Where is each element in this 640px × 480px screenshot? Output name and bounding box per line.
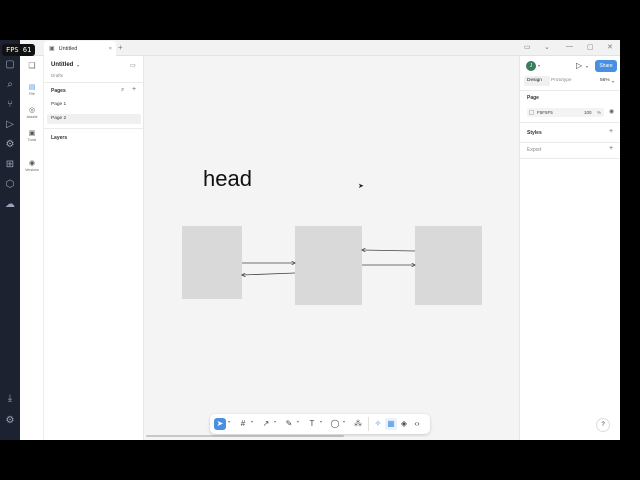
tools-icon: ▣ bbox=[28, 130, 36, 137]
divider bbox=[44, 82, 144, 83]
chevron-down-icon[interactable]: ▾ bbox=[228, 419, 230, 424]
arrow-middle-to-left bbox=[242, 272, 296, 275]
chevron-down-icon[interactable]: ▾ bbox=[320, 419, 322, 424]
files-icon[interactable]: ▢ bbox=[3, 58, 17, 72]
chevron-down-icon[interactable]: ▾ bbox=[343, 419, 345, 424]
toolbar-divider bbox=[368, 417, 369, 431]
layers-heading: Layers bbox=[51, 135, 68, 141]
minimize-icon[interactable]: — bbox=[566, 43, 573, 50]
text-tool-icon[interactable]: T bbox=[306, 418, 318, 430]
arrow-right-to-middle bbox=[362, 250, 416, 251]
settings-icon[interactable]: ⚙ bbox=[3, 414, 17, 428]
present-play-icon[interactable]: ▷ bbox=[576, 61, 582, 70]
extensions-icon[interactable]: ⊞ bbox=[3, 158, 17, 172]
file-location: Drafts bbox=[51, 73, 64, 78]
tab-close-icon[interactable]: × bbox=[109, 46, 112, 52]
file-name[interactable]: Untitled bbox=[51, 62, 73, 68]
browser-tab[interactable]: ▣ Untitled × bbox=[44, 41, 116, 56]
chevron-down-icon[interactable]: ▾ bbox=[251, 419, 253, 424]
search-icon[interactable]: ⌕ bbox=[3, 78, 17, 92]
design-mode-icon[interactable]: ▦ bbox=[385, 418, 397, 430]
design-canvas[interactable]: head ➤ bbox=[144, 56, 519, 440]
pen-tool-icon[interactable]: ✎ bbox=[283, 418, 295, 430]
chevron-down-icon[interactable]: ⌄ bbox=[544, 43, 550, 51]
page-color-field[interactable]: F5F5F5 100 % bbox=[527, 108, 604, 117]
app-menu-icon[interactable]: ❏ bbox=[27, 61, 37, 71]
help-button[interactable]: ? bbox=[596, 418, 610, 432]
ai-tool-icon[interactable]: ✧ bbox=[372, 418, 384, 430]
chevron-down-icon[interactable]: ▾ bbox=[77, 63, 79, 68]
debug-icon[interactable]: ⚙ bbox=[3, 138, 17, 152]
export-heading: Export bbox=[527, 147, 542, 153]
rail-item-tools[interactable]: ▣ Tools bbox=[20, 129, 44, 142]
divider bbox=[44, 128, 144, 129]
cloud-icon[interactable]: ☁ bbox=[3, 198, 17, 212]
comment-tool-icon[interactable]: ◯ bbox=[329, 418, 341, 430]
divider bbox=[520, 158, 620, 159]
divider bbox=[520, 90, 620, 91]
rail-item-file[interactable]: ▤ File bbox=[20, 83, 44, 96]
dev-mode-icon[interactable]: ‹› bbox=[411, 418, 423, 430]
avatar[interactable]: J bbox=[526, 61, 536, 71]
visibility-eye-icon[interactable]: ◉ bbox=[609, 108, 614, 115]
divider bbox=[520, 122, 620, 123]
styles-heading: Styles bbox=[527, 130, 542, 136]
maximize-icon[interactable]: ▢ bbox=[587, 43, 594, 51]
add-style-icon[interactable]: + bbox=[609, 128, 613, 135]
chevron-down-icon[interactable]: ▾ bbox=[612, 79, 614, 84]
components-tool-icon[interactable]: ⁂ bbox=[352, 418, 364, 430]
assets-icon: ◎ bbox=[28, 107, 36, 114]
app-window: ▣ Untitled × + ▭ ⌄ — ▢ ✕ ❏ ▤ File ◎ Asse… bbox=[20, 40, 620, 440]
versions-icon: ◉ bbox=[28, 160, 36, 167]
sidebar-toggle-icon[interactable]: ▭ bbox=[524, 43, 531, 51]
color-swatch[interactable] bbox=[529, 110, 534, 115]
move-tool-icon[interactable]: ➤ bbox=[214, 418, 226, 430]
page-item-2[interactable]: Page 2 bbox=[47, 114, 141, 124]
fps-counter: FPS 61 bbox=[2, 44, 36, 56]
bottom-toolbar: ➤ ▾ # ▾ ↗ ▾ ✎ ▾ T ▾ ◯ ▾ ⁂ ✧ ▦ ◈ ‹› bbox=[210, 414, 430, 434]
tab-file-icon: ▣ bbox=[49, 46, 55, 52]
source-control-icon[interactable]: ⑂ bbox=[3, 98, 17, 112]
page-item-1[interactable]: Page 1 bbox=[47, 100, 141, 110]
add-export-icon[interactable]: + bbox=[609, 145, 613, 152]
download-icon[interactable]: ⤓ bbox=[3, 392, 17, 406]
divider bbox=[520, 142, 620, 143]
chevron-down-icon[interactable]: ▾ bbox=[538, 63, 540, 68]
horizontal-scrollbar[interactable] bbox=[146, 435, 344, 437]
rail-item-versions[interactable]: ◉ Versions bbox=[20, 159, 44, 172]
search-pages-icon[interactable]: ⌕ bbox=[121, 87, 124, 94]
rail-item-assets[interactable]: ◎ Assets bbox=[20, 106, 44, 119]
frame-tool-icon[interactable]: # bbox=[237, 418, 249, 430]
file-icon: ▤ bbox=[28, 84, 36, 91]
pages-heading: Pages bbox=[51, 88, 66, 94]
tab-design[interactable]: Design bbox=[524, 76, 550, 86]
zoom-level[interactable]: 56% bbox=[600, 78, 610, 83]
chevron-down-icon[interactable]: ▾ bbox=[274, 419, 276, 424]
run-icon[interactable]: ▷ bbox=[3, 118, 17, 132]
panel-toggle-icon[interactable]: ▭ bbox=[130, 62, 136, 69]
right-panel: J ▾ ▷ ▾ Share Design Prototype 56% ▾ Pag… bbox=[519, 56, 620, 440]
connector-arrows bbox=[144, 56, 519, 440]
add-page-icon[interactable]: + bbox=[132, 86, 136, 93]
new-tab-icon[interactable]: + bbox=[118, 43, 123, 52]
package-icon[interactable]: ⬡ bbox=[3, 178, 17, 192]
title-bar: ▣ Untitled × + ▭ ⌄ — ▢ ✕ bbox=[20, 40, 620, 56]
tool-rail: ❏ ▤ File ◎ Assets ▣ Tools ◉ Versions bbox=[20, 56, 44, 440]
tab-prototype[interactable]: Prototype bbox=[551, 78, 572, 83]
share-button[interactable]: Share bbox=[595, 60, 617, 72]
left-panel: Untitled ▾ Drafts ▭ Pages ⌕ + Page 1 Pag… bbox=[44, 56, 144, 440]
chevron-down-icon[interactable]: ▾ bbox=[586, 64, 588, 69]
chevron-down-icon[interactable]: ▾ bbox=[297, 419, 299, 424]
close-window-icon[interactable]: ✕ bbox=[607, 43, 613, 51]
os-sidebar: ▢ ⌕ ⑂ ▷ ⚙ ⊞ ⬡ ☁ ⤓ ⚙ bbox=[0, 40, 20, 440]
prototype-mode-icon[interactable]: ◈ bbox=[398, 418, 410, 430]
page-heading: Page bbox=[527, 95, 539, 101]
tab-title: Untitled bbox=[58, 45, 78, 52]
line-tool-icon[interactable]: ↗ bbox=[260, 418, 272, 430]
